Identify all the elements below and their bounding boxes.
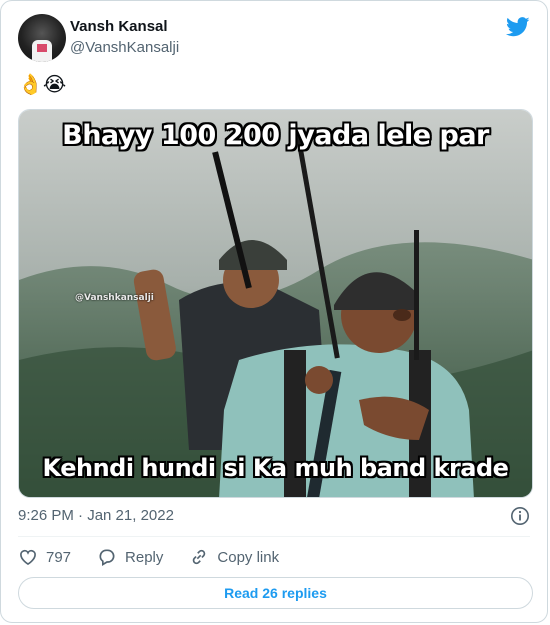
reply-label: Reply xyxy=(125,548,164,566)
tweet-text: 👌😭 xyxy=(18,74,67,96)
tweet-actions: 797 Reply Copy link xyxy=(18,546,305,568)
reply-icon xyxy=(99,549,115,566)
heart-icon xyxy=(20,549,36,566)
link-icon xyxy=(193,549,206,565)
avatar[interactable] xyxy=(18,14,66,62)
copy-link-button[interactable]: Copy link xyxy=(189,547,279,567)
divider xyxy=(18,536,530,537)
tweet-timestamp[interactable]: 9:26 PM · Jan 21, 2022 xyxy=(18,507,174,524)
info-icon[interactable] xyxy=(510,506,530,526)
reply-button[interactable]: Reply xyxy=(97,547,163,567)
author-name[interactable]: Vansh Kansal xyxy=(70,18,168,35)
read-replies-button[interactable]: Read 26 replies xyxy=(18,577,533,609)
meme-bottom-caption: Kehndi hundi si Ka muh band krade xyxy=(42,454,509,482)
copy-link-label: Copy link xyxy=(217,548,280,566)
twitter-bird-icon[interactable] xyxy=(506,17,530,37)
like-button[interactable]: 797 xyxy=(18,547,71,567)
tweet-media-image[interactable]: Bhayy 100 200 jyada lele par @Vanshkansa… xyxy=(18,109,533,498)
meme-watermark: @Vanshkansalji xyxy=(75,293,154,303)
like-count: 797 xyxy=(46,548,72,566)
tweet-card: Vansh Kansal @VanshKansalji 👌😭 Bhayy 100… xyxy=(0,0,548,623)
meme-top-caption: Bhayy 100 200 jyada lele par xyxy=(62,120,489,151)
author-handle[interactable]: @VanshKansalji xyxy=(70,39,179,56)
